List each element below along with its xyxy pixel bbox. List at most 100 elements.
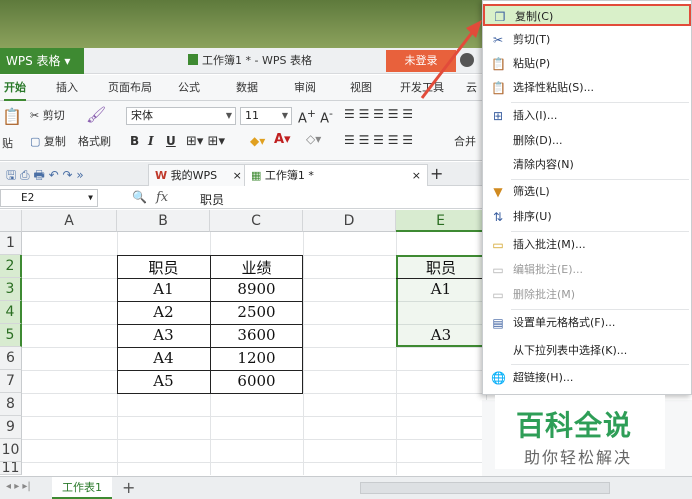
table-cell[interactable]: A1 [396,280,486,298]
sheet-nav-icon[interactable]: ◂ ▸ ▸| [6,481,31,492]
column-header[interactable]: E [396,210,486,232]
fx-icon[interactable]: fx [156,190,168,205]
row-header[interactable]: 4 [0,301,22,324]
clear-format-icon[interactable]: ◇▾ [306,132,321,146]
menu-item-copy[interactable]: ❐ 复制(C) [483,4,691,26]
border-icon[interactable]: ⊞▾ ⊞▾ [186,134,225,149]
tab-formulas[interactable]: 公式 [178,75,200,101]
close-icon[interactable]: × [412,165,421,187]
table-cell[interactable]: 2500 [210,303,303,321]
format-cells-icon: ▤ [492,316,504,330]
sheet-tab[interactable]: 工作表1 [52,477,112,499]
menu-item-pick-from-list[interactable]: 从下拉列表中选择(K)... [483,340,691,362]
format-painter-button[interactable]: 格式刷 [78,133,111,149]
menu-item-paste-special[interactable]: 📋 选择性粘贴(S)... [483,77,691,99]
menu-separator [511,231,689,232]
new-tab-icon[interactable]: + [430,164,443,183]
column-header[interactable]: A [22,210,117,232]
paste-icon[interactable]: 📋 [2,107,22,126]
tab-workbook1[interactable]: ▦ 工作簿1 * × [244,164,428,186]
italic-button[interactable]: I [148,134,154,148]
table-cell[interactable]: A3 [117,326,210,344]
row-header[interactable]: 2 [0,255,22,278]
paste-button[interactable]: 贴 [2,135,13,151]
tab-insert[interactable]: 插入 [56,75,78,101]
tab-my-wps[interactable]: W 我的WPS × [148,164,249,186]
table-cell[interactable]: 3600 [210,326,303,344]
row-header[interactable]: 8 [0,393,22,416]
tab-home[interactable]: 开始 [4,75,26,101]
close-icon[interactable]: × [233,169,242,182]
app-menu-button[interactable]: WPS 表格 ▾ [0,48,84,74]
user-icon[interactable] [460,53,474,67]
tab-data[interactable]: 数据 [236,75,258,101]
table-cell[interactable]: A5 [117,372,210,390]
table-divider [117,370,303,371]
menu-item-hyperlink[interactable]: 🌐 超链接(H)... [483,367,691,389]
select-all-corner[interactable] [0,210,22,232]
sort-icon: ⇅ [492,210,504,224]
copy-icon: ▢ [30,135,41,148]
row-header[interactable]: 9 [0,416,22,439]
tab-review[interactable]: 审阅 [294,75,316,101]
align-top-icon[interactable]: ☰ ☰ ☰ ☰ ☰ [344,107,413,121]
table-cell[interactable]: 8900 [210,280,303,298]
table-cell[interactable]: A1 [117,280,210,298]
menu-item-filter[interactable]: ▼ 筛选(L) [483,181,691,203]
table-cell[interactable]: 6000 [210,372,303,390]
table-header-cell[interactable]: 职员 [396,257,486,278]
tab-page-layout[interactable]: 页面布局 [108,75,152,101]
menu-item-paste[interactable]: 📋 粘贴(P) [483,53,691,75]
row-header[interactable]: 3 [0,278,22,301]
menu-item-sort[interactable]: ⇅ 排序(U) [483,206,691,228]
font-grow-button[interactable]: A+ A- [298,107,333,126]
copy-button[interactable]: ▢ 复制 [30,133,66,149]
zoom-icon[interactable]: 🔍 [132,190,147,204]
menu-item-delete-comment: ▭ 删除批注(M) [492,288,576,302]
menu-item-delete[interactable]: 删除(D)... [483,130,691,152]
table-cell[interactable]: A2 [117,303,210,321]
menu-item-clear-contents[interactable]: 清除内容(N) [483,154,691,176]
login-button[interactable]: 未登录 [386,50,456,72]
align-left-icon[interactable]: ☰ ☰ ☰ ☰ ☰ [344,133,413,147]
watermark-title: 百科全说 [516,409,633,442]
table-cell[interactable]: 1200 [210,349,303,367]
cut-button[interactable]: ✂ 剪切 [30,107,65,123]
font-color-icon[interactable]: A▾ [274,132,291,147]
format-painter-icon[interactable]: 🖌 [86,105,106,124]
row-header[interactable]: 11 [0,462,22,475]
table-divider [117,278,303,279]
menu-item-insert[interactable]: ⊞ 插入(I)... [483,105,691,127]
formula-input[interactable]: 职员 [200,191,224,208]
underline-button[interactable]: U [166,134,176,148]
menu-item-insert-comment[interactable]: ▭ 插入批注(M)... [483,234,691,256]
merge-button[interactable]: 合并 [454,133,476,149]
row-header[interactable]: 5 [0,324,22,347]
row-header[interactable]: 1 [0,232,22,255]
table-cell[interactable]: A3 [396,326,486,344]
copy-icon: ❐ [494,10,506,24]
tab-view[interactable]: 视图 [350,75,372,101]
quick-access-icons[interactable]: 🖫 ⎙ 🖶 ↶ ↷ » [6,166,84,187]
font-name-select[interactable]: 宋体 ▼ [126,107,236,125]
fill-color-icon[interactable]: ◆▾ [250,134,265,148]
row-header[interactable]: 10 [0,439,22,462]
row-header[interactable]: 6 [0,347,22,370]
font-size-select[interactable]: 11 ▼ [240,107,292,125]
menu-item-cut[interactable]: ✂ 剪切(T) [483,29,691,51]
column-header[interactable]: D [303,210,396,232]
menu-item-format-cells[interactable]: ▤ 设置单元格格式(F)... [483,312,691,334]
table-header-cell[interactable]: 职员 [117,257,210,278]
column-header[interactable]: C [210,210,303,232]
horizontal-scrollbar[interactable] [360,482,610,494]
hyperlink-icon: 🌐 [491,371,506,385]
tab-cloud[interactable]: 云 [466,75,477,101]
table-header-cell[interactable]: 业绩 [210,257,303,278]
bold-button[interactable]: B [130,134,139,148]
row-header[interactable]: 7 [0,370,22,393]
add-sheet-icon[interactable]: + [122,478,135,497]
column-header[interactable]: B [117,210,210,232]
name-box[interactable]: E2 ▼ [0,189,98,207]
tab-developer[interactable]: 开发工具 [400,75,444,101]
table-cell[interactable]: A4 [117,349,210,367]
